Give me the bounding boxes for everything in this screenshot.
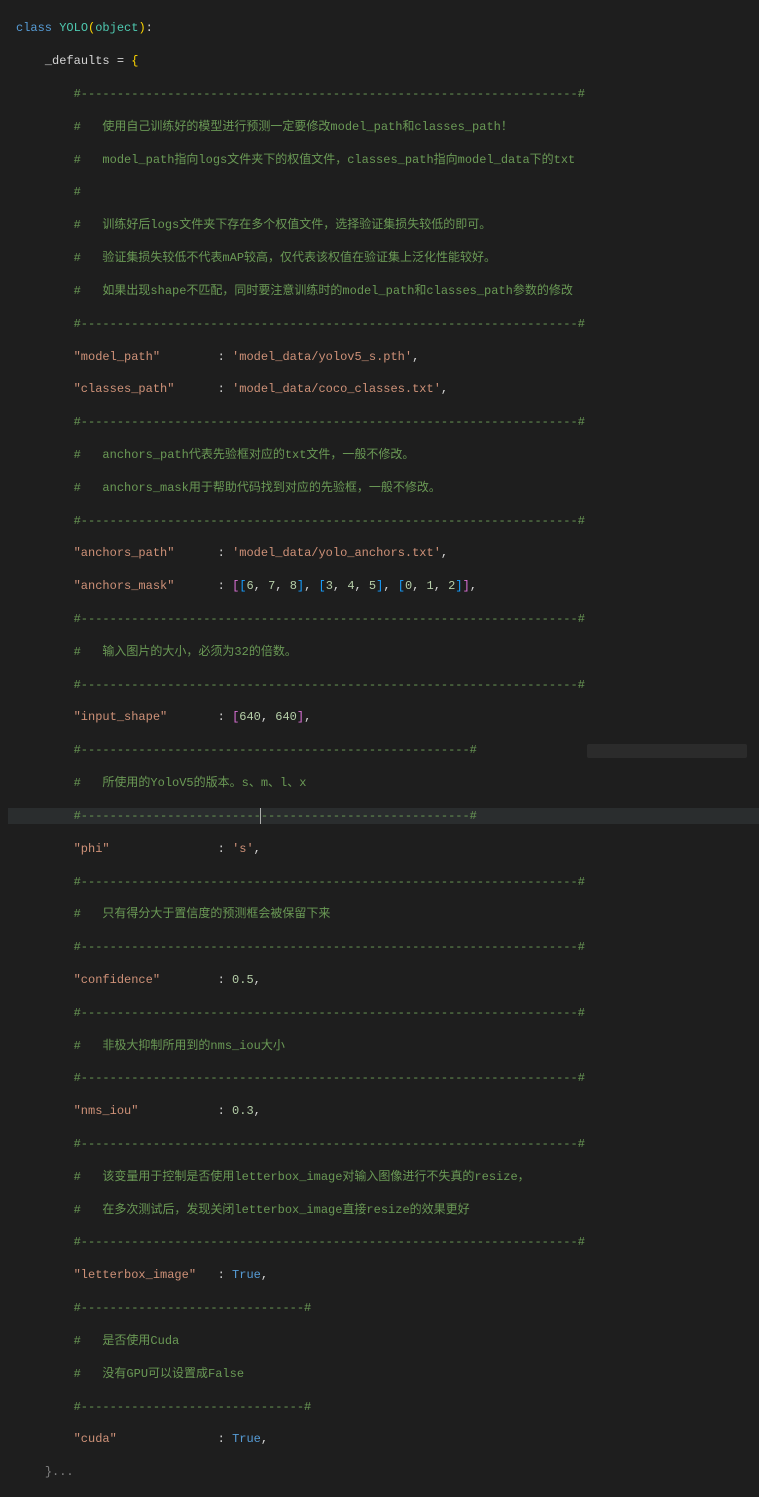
code-line: "anchors_path" : 'model_data/yolo_anchor…: [8, 545, 759, 561]
horizontal-scrollbar[interactable]: [587, 744, 747, 758]
code-line: "cuda" : True,: [8, 1431, 759, 1447]
code-line: # 非极大抑制所用到的nms_iou大小: [8, 1038, 759, 1054]
code-line: #---------------------------------------…: [8, 939, 759, 955]
code-line: # 输入图片的大小，必须为32的倍数。: [8, 644, 759, 660]
code-line: #---------------------------------------…: [8, 1070, 759, 1086]
code-line-active: #---------------------------------------…: [8, 808, 759, 824]
code-line: "nms_iou" : 0.3,: [8, 1103, 759, 1119]
code-line: #-------------------------------#: [8, 1300, 759, 1316]
code-line: # 在多次测试后，发现关闭letterbox_image直接resize的效果更…: [8, 1202, 759, 1218]
code-line: "phi" : 's',: [8, 841, 759, 857]
code-line: "input_shape" : [640, 640],: [8, 709, 759, 725]
gutter: [0, 0, 8, 766]
code-line: #---------------------------------------…: [8, 677, 759, 693]
code-line: # 验证集损失较低不代表mAP较高，仅代表该权值在验证集上泛化性能较好。: [8, 250, 759, 266]
code-line: #---------------------------------------…: [8, 86, 759, 102]
code-line: # 所使用的YoloV5的版本。s、m、l、x: [8, 775, 759, 791]
code-line: #: [8, 184, 759, 200]
text-caret: [260, 808, 261, 824]
code-line: #---------------------------------------…: [8, 1234, 759, 1250]
code-line: #---------------------------------------…: [8, 1136, 759, 1152]
code-line: # 如果出现shape不匹配，同时要注意训练时的model_path和class…: [8, 283, 759, 299]
code-line: # 训练好后logs文件夹下存在多个权值文件，选择验证集损失较低的即可。: [8, 217, 759, 233]
fold-marker[interactable]: }...: [45, 1465, 74, 1479]
code-line: #---------------------------------------…: [8, 513, 759, 529]
code-line: # anchors_mask用于帮助代码找到对应的先验框，一般不修改。: [8, 480, 759, 496]
code-line: "classes_path" : 'model_data/coco_classe…: [8, 381, 759, 397]
code-line: #---------------------------------------…: [8, 611, 759, 627]
code-line: _defaults = {: [8, 53, 759, 69]
code-line: # model_path指向logs文件夹下的权值文件，classes_path…: [8, 152, 759, 168]
code-line: # 该变量用于控制是否使用letterbox_image对输入图像进行不失真的r…: [8, 1169, 759, 1185]
code-line: #---------------------------------------…: [8, 414, 759, 430]
code-line: # anchors_path代表先验框对应的txt文件，一般不修改。: [8, 447, 759, 463]
code-line: # 没有GPU可以设置成False: [8, 1366, 759, 1382]
code-line: #-------------------------------#: [8, 1399, 759, 1415]
code-line: #---------------------------------------…: [8, 874, 759, 890]
code-line: }...: [8, 1464, 759, 1480]
code-line: #---------------------------------------…: [8, 316, 759, 332]
code-line: "anchors_mask" : [[6, 7, 8], [3, 4, 5], …: [8, 578, 759, 594]
code-line: # 是否使用Cuda: [8, 1333, 759, 1349]
code-line: # 使用自己训练好的模型进行预测一定要修改model_path和classes_…: [8, 119, 759, 135]
code-line: # 只有得分大于置信度的预测框会被保留下来: [8, 906, 759, 922]
code-line: class YOLO(object):: [8, 20, 759, 36]
code-editor[interactable]: class YOLO(object): _defaults = { #-----…: [8, 0, 759, 766]
code-line: "confidence" : 0.5,: [8, 972, 759, 988]
code-line: #---------------------------------------…: [8, 1005, 759, 1021]
code-line: "model_path" : 'model_data/yolov5_s.pth'…: [8, 349, 759, 365]
code-line: "letterbox_image" : True,: [8, 1267, 759, 1283]
